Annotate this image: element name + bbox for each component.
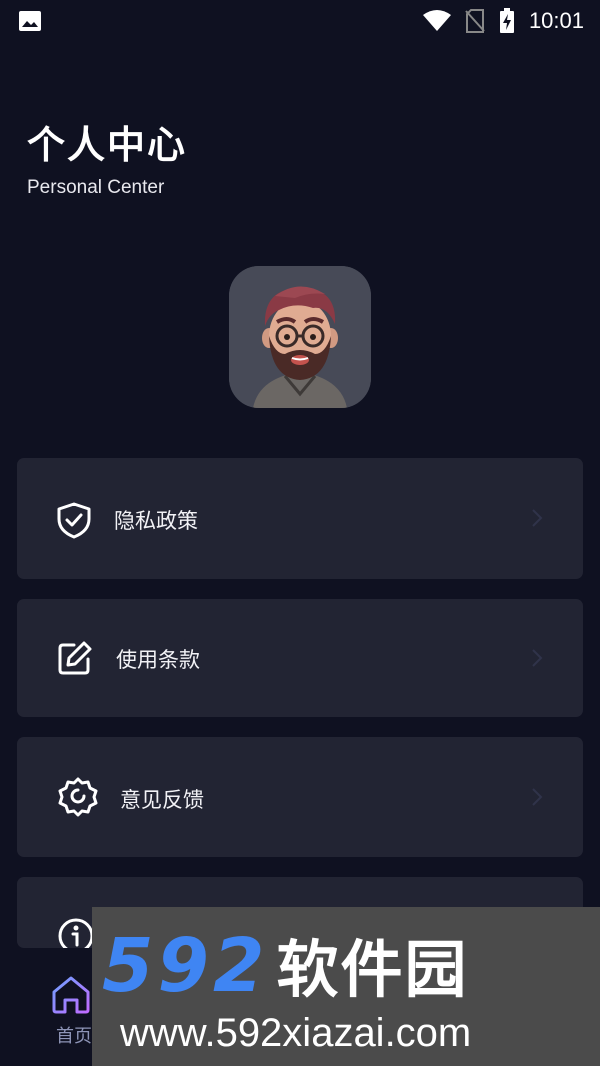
status-bar: 10:01 xyxy=(0,0,600,44)
image-icon xyxy=(19,11,41,31)
avatar-image xyxy=(229,266,371,408)
avatar[interactable] xyxy=(229,266,371,408)
chevron-right-icon xyxy=(532,649,543,667)
menu-item-privacy-policy[interactable]: 隐私政策 xyxy=(17,458,583,579)
menu-item-terms-of-use[interactable]: 使用条款 xyxy=(17,599,583,717)
watermark-logo-text: 软件园 xyxy=(276,933,469,1006)
watermark-url: www.592xiazai.com xyxy=(120,1011,472,1055)
edit-icon xyxy=(58,641,92,675)
status-time: 10:01 xyxy=(528,8,584,33)
page-subtitle: Personal Center xyxy=(27,177,165,198)
watermark-logo: 592 软件园 xyxy=(102,919,468,1009)
wifi-icon xyxy=(422,10,451,31)
chevron-right-icon xyxy=(532,509,543,527)
watermark-logo-digits: 592 xyxy=(102,923,269,1009)
home-icon xyxy=(52,976,90,1014)
tab-label: 首页 xyxy=(56,1026,92,1047)
gear-icon xyxy=(58,777,98,817)
page-title: 个人中心 xyxy=(27,123,188,167)
menu-item-feedback[interactable]: 意见反馈 xyxy=(17,737,583,857)
shield-check-icon xyxy=(57,502,91,539)
menu-item-label: 隐私政策 xyxy=(114,509,198,533)
battery-charging-icon xyxy=(499,8,514,33)
no-sim-icon xyxy=(465,9,485,33)
chevron-right-icon xyxy=(532,788,543,806)
menu-item-label: 使用条款 xyxy=(116,648,200,672)
menu-item-label: 意见反馈 xyxy=(120,788,204,812)
watermark: 592 软件园 www.592xiazai.com xyxy=(92,907,600,1066)
